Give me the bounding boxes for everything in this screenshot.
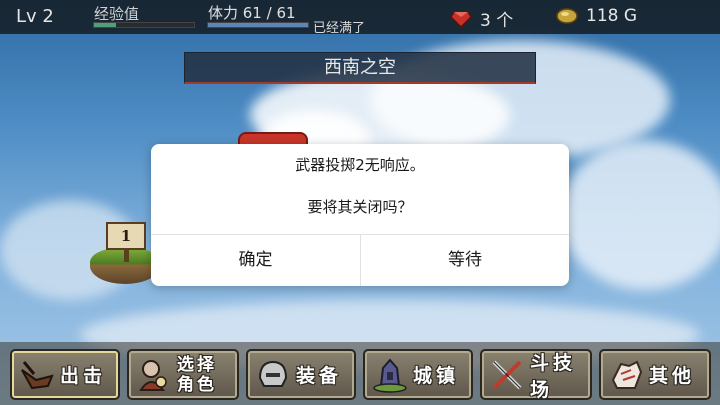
select-label-line1: 选择	[177, 354, 217, 375]
arena-button[interactable]: 斗技场	[480, 349, 592, 401]
wait-button[interactable]: 等待	[360, 235, 569, 286]
select-character-label: 选择 角色	[177, 355, 217, 395]
gold-counter[interactable]: 118 G	[556, 6, 637, 26]
gold-amount: 118 G	[586, 6, 638, 26]
stamina-bar-fill	[208, 23, 308, 27]
stamina-label: 体力 61 / 61	[208, 4, 296, 22]
town-button[interactable]: 城镇	[363, 349, 473, 400]
helmet-icon	[254, 356, 292, 394]
gold-coin-icon	[556, 8, 578, 24]
stamina-bar	[207, 22, 309, 28]
signpost-pole	[124, 250, 129, 262]
stamina-status: 已经满了	[313, 21, 366, 36]
equipment-label: 装备	[296, 365, 343, 387]
stage-signpost[interactable]: 1	[106, 222, 146, 250]
location-banner: 西南之空	[184, 52, 536, 84]
gem-counter[interactable]: 3 个	[450, 6, 513, 31]
select-label-line2: 角色	[177, 374, 217, 395]
dialog-question: 要将其关闭吗？	[307, 198, 413, 216]
town-icon	[371, 356, 409, 394]
select-character-button[interactable]: 选择 角色	[127, 349, 239, 400]
dialog-message: 武器投掷2无响应。	[295, 156, 425, 174]
arena-label: 斗技场	[530, 351, 577, 401]
hand-icon	[607, 356, 645, 394]
bird-icon	[18, 356, 56, 394]
sortie-button[interactable]: 出击	[10, 349, 120, 400]
status-bar: Lv 2 经验值 体力 61 / 61 已经满了 3 个 118 G	[0, 0, 720, 36]
sortie-label: 出击	[60, 365, 107, 387]
character-icon	[135, 356, 173, 394]
exp-bar-fill	[94, 23, 116, 27]
other-label: 其他	[649, 365, 696, 387]
gem-icon	[450, 10, 472, 28]
exp-label: 经验值	[94, 5, 140, 23]
exp-bar	[93, 22, 195, 28]
town-label: 城镇	[413, 365, 460, 387]
equipment-button[interactable]: 装备	[246, 349, 356, 400]
app-not-responding-dialog: 武器投掷2无响应。 要将其关闭吗？ 确定 等待	[151, 144, 569, 286]
gem-count: 3 个	[480, 11, 514, 31]
cloud	[560, 140, 720, 290]
swords-icon	[488, 356, 526, 394]
player-level: Lv 2	[16, 6, 54, 27]
other-button[interactable]: 其他	[599, 349, 711, 400]
confirm-close-button[interactable]: 确定	[151, 235, 360, 286]
